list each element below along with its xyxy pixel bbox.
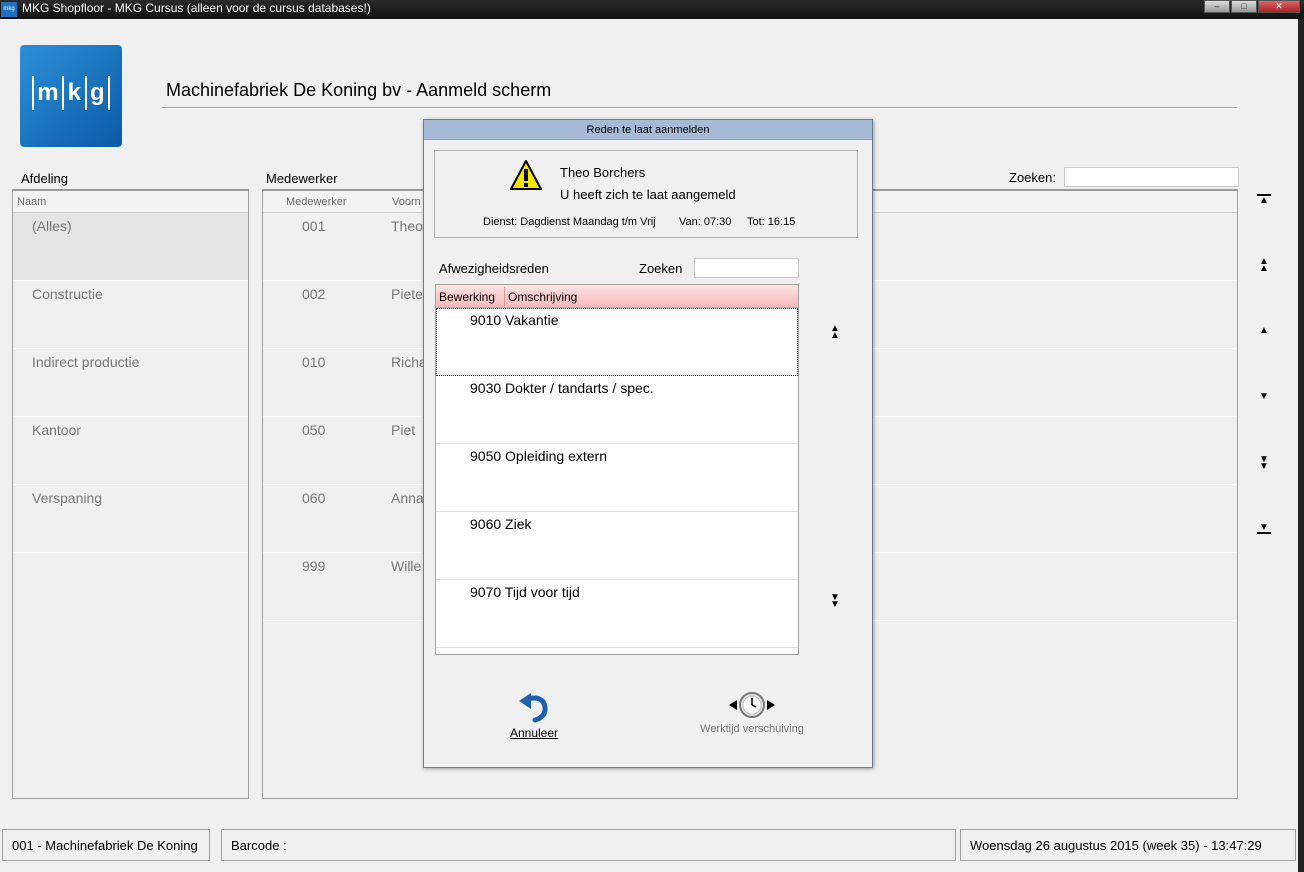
column-bewerking[interactable]: Bewerking: [439, 290, 495, 304]
shift-end: Tot: 16:15: [747, 216, 796, 228]
shift-work-time-label: Werktijd verschuiving: [700, 723, 804, 735]
app-icon: mkg: [1, 2, 17, 17]
late-message: U heeft zich te laat aangemeld: [560, 187, 736, 202]
employee-name: Theo Borchers: [560, 165, 646, 180]
afdeling-row[interactable]: Indirect productie: [13, 349, 248, 417]
shift-text: Dienst: Dagdienst Maandag t/m Vrijdag: [483, 216, 655, 228]
logo-letter-k: k: [67, 79, 81, 106]
page-title: Machinefabriek De Koning bv - Aanmeld sc…: [166, 80, 552, 100]
afdeling-row[interactable]: Kantoor: [13, 417, 248, 485]
search-input[interactable]: [1064, 167, 1239, 187]
status-company: 001 - Machinefabriek De Koning: [2, 829, 210, 861]
clock-shift-icon: [729, 692, 775, 718]
reason-row[interactable]: 9050 Opleiding extern: [436, 444, 798, 512]
afdeling-row[interactable]: (Alles): [13, 213, 248, 281]
reason-row[interactable]: 9070 Tijd voor tijd: [436, 580, 798, 648]
reasons-label: Afwezigheidsreden: [439, 261, 549, 276]
afdeling-row[interactable]: Verspaning: [13, 485, 248, 553]
reasons-search-label: Zoeken: [639, 261, 683, 276]
logo-letter-g: g: [90, 79, 105, 106]
window-border: [1298, 19, 1304, 872]
column-medewerker[interactable]: Medewerker: [286, 196, 347, 208]
employee-info-box: Theo Borchers U heeft zich te laat aange…: [434, 150, 858, 238]
page-down-icon[interactable]: ▼ ▼: [1257, 455, 1271, 472]
cancel-label: Annuleer: [509, 726, 559, 740]
afdeling-label: Afdeling: [21, 171, 68, 186]
cancel-button[interactable]: Annuleer: [502, 693, 566, 740]
reason-row[interactable]: 9060 Ziek: [436, 512, 798, 580]
window-title-bar: mkg MKG Shopfloor - MKG Cursus (alleen v…: [0, 0, 1304, 19]
close-button[interactable]: ✕: [1258, 0, 1300, 13]
reason-row[interactable]: 9010 Vakantie: [436, 308, 798, 376]
logo-letter-m: m: [37, 79, 59, 106]
down-icon[interactable]: ▼: [1257, 392, 1271, 402]
reasons-search-input[interactable]: [694, 258, 799, 278]
mkg-logo: m k g: [20, 45, 122, 147]
column-omschrijving[interactable]: Omschrijving: [508, 290, 577, 304]
reasons-page-up-icon[interactable]: ▲ ▲: [828, 324, 842, 341]
reasons-page-down-icon[interactable]: ▼ ▼: [828, 593, 842, 610]
undo-icon: [519, 693, 548, 723]
reasons-table[interactable]: Bewerking Omschrijving 9010 Vakantie 903…: [435, 284, 799, 655]
page-up-icon[interactable]: ▲ ▲: [1257, 257, 1271, 274]
afdeling-row[interactable]: Constructie: [13, 281, 248, 349]
status-barcode[interactable]: Barcode :: [221, 829, 956, 861]
afdeling-list[interactable]: Naam (Alles) Constructie Indirect produc…: [12, 189, 249, 799]
first-icon[interactable]: ▲: [1257, 194, 1271, 206]
afdeling-header: Naam: [13, 191, 248, 213]
warning-icon: [510, 160, 542, 190]
search-label: Zoeken:: [1009, 170, 1056, 185]
shift-work-time-button[interactable]: Werktijd verschuiving: [692, 690, 812, 735]
minimize-button[interactable]: –: [1204, 0, 1230, 13]
up-icon[interactable]: ▲: [1257, 326, 1271, 336]
medewerker-label: Medewerker: [266, 171, 338, 186]
status-datetime: Woensdag 26 augustus 2015 (week 35) - 13…: [960, 829, 1296, 861]
title-divider: [162, 107, 1237, 109]
window-title: MKG Shopfloor - MKG Cursus (alleen voor …: [22, 1, 371, 15]
column-voornaam[interactable]: Voorn: [392, 196, 421, 208]
shift-start: Van: 07:30: [679, 216, 732, 228]
maximize-button[interactable]: □: [1231, 0, 1257, 13]
reasons-header: Bewerking Omschrijving: [436, 285, 798, 308]
dialog-title: Reden te laat aanmelden: [424, 120, 872, 140]
last-icon[interactable]: ▼: [1257, 523, 1271, 534]
reason-row[interactable]: 9030 Dokter / tandarts / spec.: [436, 376, 798, 444]
late-login-dialog: Reden te laat aanmelden Theo Borchers U …: [423, 119, 873, 768]
afdeling-column-naam[interactable]: Naam: [17, 196, 46, 208]
